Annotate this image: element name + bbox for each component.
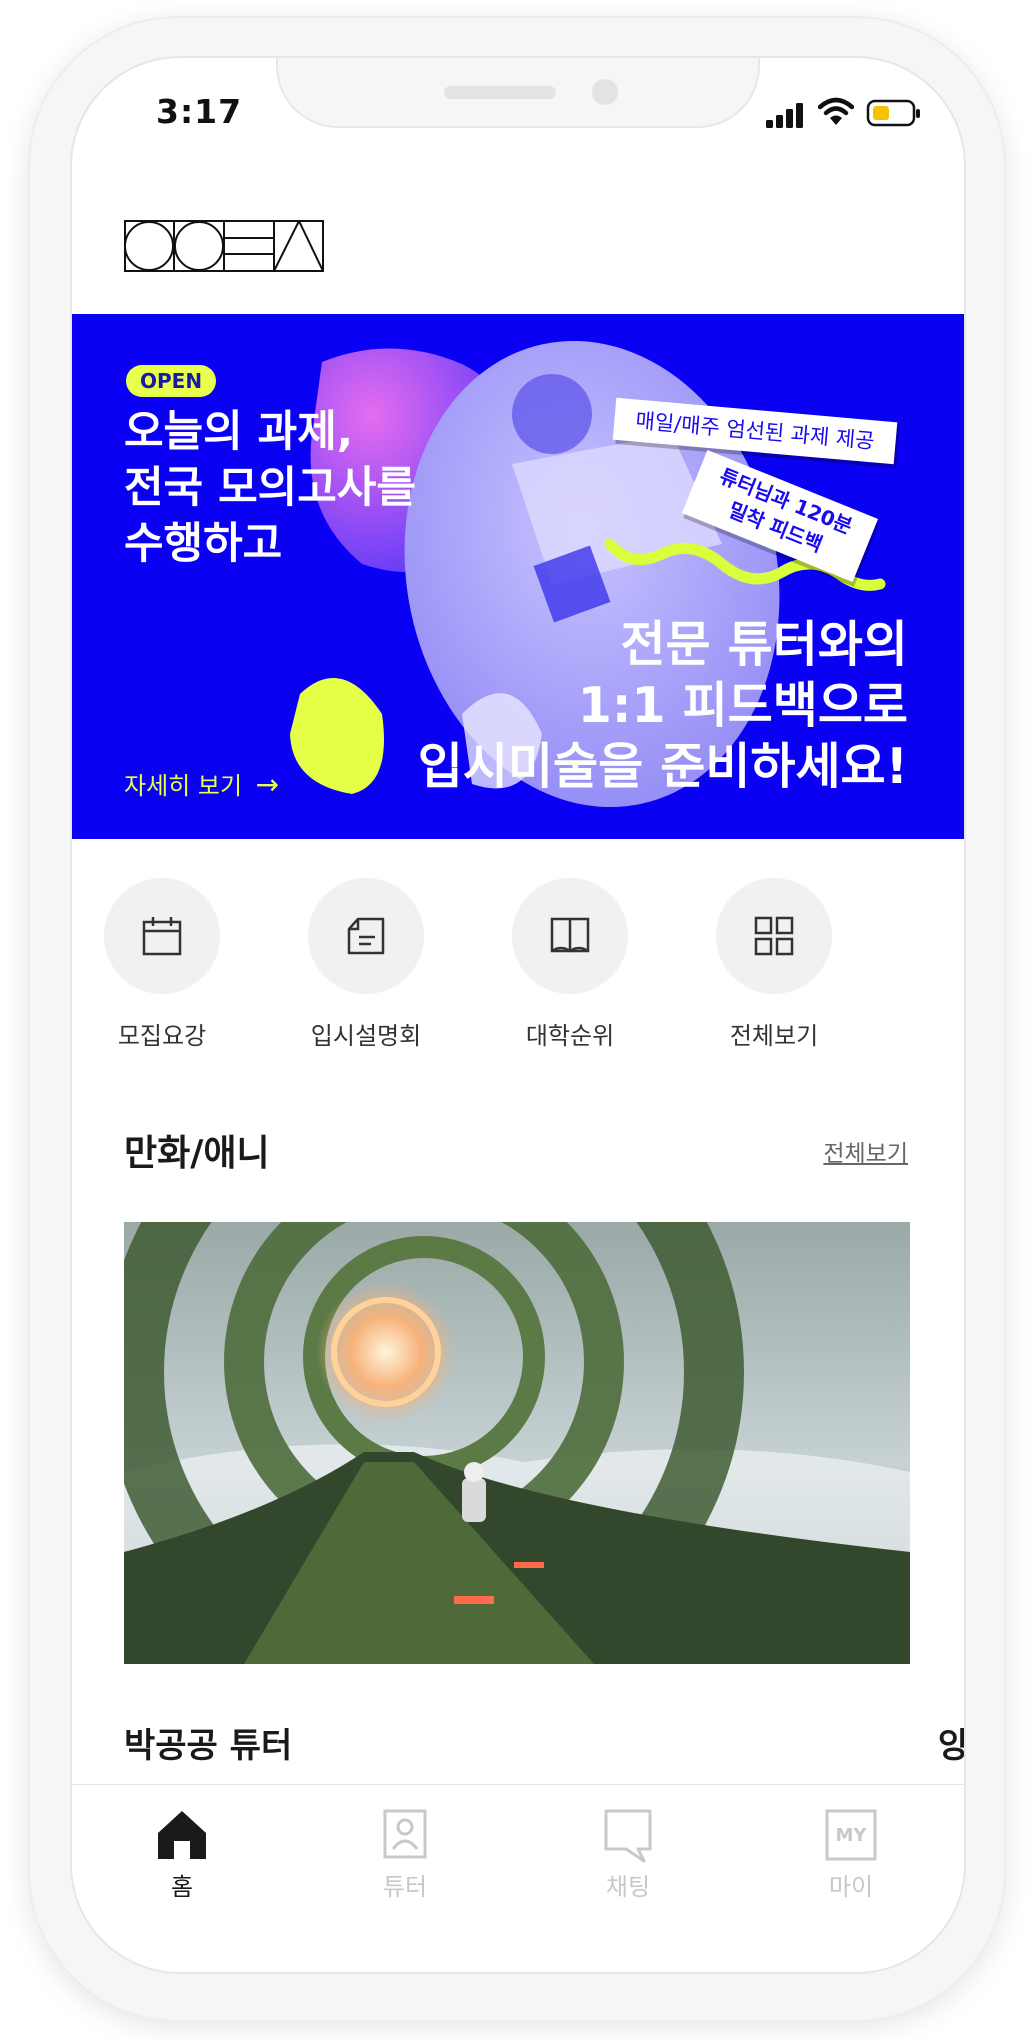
promo-banner[interactable]: OPEN 오늘의 과제, 전국 모의고사를 수행하고 매일/매주 엄선된 과제 … (72, 314, 964, 839)
section-view-all-link[interactable]: 전체보기 (823, 1134, 908, 1168)
category-circle (512, 878, 628, 994)
category-circle (308, 878, 424, 994)
tutor-card-name[interactable]: 박공공 튜터 (124, 1718, 292, 1767)
camera (592, 79, 618, 105)
detail-link[interactable]: 자세히 보기 → (124, 766, 279, 801)
app-logo[interactable] (124, 220, 324, 272)
category-circle (716, 878, 832, 994)
category-admission-info[interactable]: 입시설명회 (276, 878, 456, 1051)
document-icon (347, 917, 385, 955)
battery-icon (866, 99, 920, 127)
calendar-icon (142, 917, 182, 956)
artwork-thumbnail[interactable] (124, 1222, 910, 1664)
tutor-card-name[interactable]: 양 (938, 1718, 964, 1767)
status-time: 3:17 (156, 92, 243, 131)
home-icon (158, 1811, 206, 1859)
signal-icon (766, 103, 803, 128)
category-view-all[interactable]: 전체보기 (684, 878, 864, 1051)
wifi-icon (818, 97, 854, 125)
tab-my[interactable]: MY 마이 (791, 1807, 911, 1902)
speaker (444, 86, 556, 99)
category-label: 모집요강 (117, 1022, 207, 1050)
detail-link-label: 자세히 보기 (124, 772, 243, 800)
app-screen: 3:17 OPEN 오늘의 과제, 전국 모의고사를 수행하고 매일/매주 엄선… (72, 58, 964, 1972)
grid-icon (754, 916, 794, 956)
book-icon (550, 917, 590, 953)
banner-subtitle: 전문 튜터와의 1:1 피드백으로 입시미술을 준비하세요! (417, 616, 908, 795)
banner-title: 오늘의 과제, 전국 모의고사를 수행하고 (124, 407, 416, 569)
section-title: 만화/애니 (124, 1133, 270, 1174)
category-label: 전체보기 (729, 1022, 819, 1050)
open-badge: OPEN (126, 365, 217, 397)
category-university-ranking[interactable]: 대학순위 (480, 878, 660, 1051)
tab-label: 마이 (828, 1873, 874, 1901)
svg-text:MY: MY (836, 1825, 868, 1846)
category-label: 입시설명회 (310, 1022, 422, 1050)
tab-chat[interactable]: 채팅 (568, 1807, 688, 1902)
bottom-tab-bar: 홈 튜터 채팅 MY 마이 (72, 1784, 964, 1972)
tab-tutor[interactable]: 튜터 (345, 1807, 465, 1902)
tab-home[interactable]: 홈 (122, 1807, 242, 1902)
phone-notch (278, 58, 758, 126)
chat-icon (604, 1809, 652, 1863)
arrow-right-icon: → (255, 768, 280, 801)
tab-label: 홈 (170, 1873, 194, 1901)
category-circle (104, 878, 220, 994)
my-icon: MY (825, 1809, 877, 1861)
tab-label: 튜터 (382, 1873, 428, 1901)
category-recruitment[interactable]: 모집요강 (72, 878, 252, 1051)
tutor-icon (383, 1809, 427, 1859)
tab-label: 채팅 (605, 1873, 651, 1901)
category-label: 대학순위 (525, 1022, 615, 1050)
